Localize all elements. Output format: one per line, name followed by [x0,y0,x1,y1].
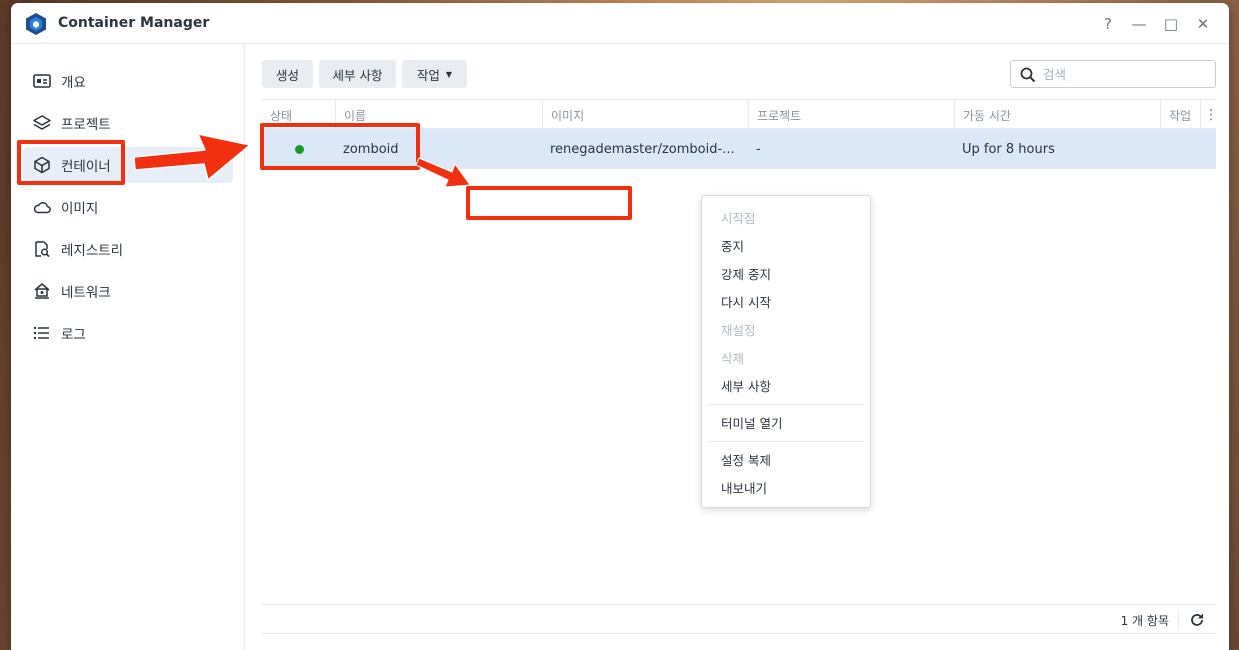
minimize-button[interactable]: — [1128,13,1150,35]
uptime-cell: Up for 8 hours [962,141,1055,157]
menu-item-restart[interactable]: 다시 시작 [708,288,864,314]
maximize-button[interactable]: □ [1160,13,1182,35]
menu-item-reset: 재설정 [721,322,756,338]
caret-down-icon: ▼ [445,69,453,79]
menu-item-stop[interactable]: 중지 [708,232,864,258]
close-button[interactable]: ✕ [1192,13,1214,35]
main-content: 생성 세부 사항 작업 ▼ 상태 이름 이미지 프로젝트 가동 시간 작업 ⋮ [246,44,1229,650]
layers-icon [33,114,51,132]
sidebar-item-label: 네트워크 [61,285,111,301]
sidebar-item-label: 레지스트리 [61,243,124,259]
sidebar-item-label: 로그 [61,327,86,343]
context-menu: 시작점 중지 강제 중지 다시 시작 재설정 삭제 세부 사항 터미널 열기 설… [701,195,871,508]
sidebar-item-network[interactable]: 네트워크 [23,273,233,309]
details-button[interactable]: 세부 사항 [319,60,396,88]
search-box[interactable] [1010,60,1216,88]
registry-search-icon [33,240,51,258]
footer-divider [1178,611,1179,629]
menu-item-export[interactable]: 내보내기 [708,474,864,500]
menu-item-start: 시작점 [721,210,756,226]
action-button-label: 작업 [416,67,440,83]
cloud-icon [33,198,51,216]
menu-separator [708,404,864,405]
search-icon [1020,67,1036,83]
refresh-icon[interactable] [1188,611,1206,629]
overview-icon [33,72,51,90]
column-header-uptime[interactable]: 가동 시간 [954,100,1160,130]
app-window: Container Manager ? — □ ✕ 개요 프로젝트 컨테이너 이… [11,3,1229,650]
list-icon [33,324,51,342]
sidebar-item-registry[interactable]: 레지스트리 [23,231,233,267]
sidebar-item-label: 개요 [61,75,86,91]
sidebar-item-label: 이미지 [61,201,99,217]
sidebar-item-project[interactable]: 프로젝트 [23,105,233,141]
menu-separator [708,441,864,442]
column-options-icon[interactable]: ⋮ [1200,100,1218,130]
title-bar: Container Manager ? — □ ✕ [11,3,1229,44]
table-header: 상태 이름 이미지 프로젝트 가동 시간 작업 ⋮ [262,99,1218,130]
menu-item-open-terminal[interactable]: 터미널 열기 [708,409,864,435]
table-footer: 1 개 항목 [262,604,1216,634]
sidebar-item-image[interactable]: 이미지 [23,189,233,225]
image-cell: renegademaster/zomboid-... [550,141,735,157]
sidebar-item-overview[interactable]: 개요 [23,63,233,99]
project-cell: - [756,141,761,157]
sidebar-item-container[interactable]: 컨테이너 [23,147,233,183]
menu-item-force-stop[interactable]: 강제 중지 [708,260,864,286]
create-button[interactable]: 생성 [262,60,313,88]
help-button[interactable]: ? [1097,13,1119,35]
menu-item-duplicate-settings[interactable]: 설정 복제 [708,446,864,472]
container-manager-logo-icon [26,13,46,35]
column-header-image[interactable]: 이미지 [542,100,748,130]
menu-item-delete: 삭제 [721,350,745,366]
column-header-project[interactable]: 프로젝트 [748,100,954,130]
sidebar-item-label: 컨테이너 [61,159,111,175]
action-cell [1160,129,1216,169]
container-table: 상태 이름 이미지 프로젝트 가동 시간 작업 ⋮ zomboid renega… [262,99,1218,169]
action-dropdown-button[interactable]: 작업 ▼ [402,60,467,88]
name-cell: zomboid [343,141,399,157]
item-count: 1 개 항목 [1120,614,1169,628]
network-icon [33,282,51,300]
column-header-name[interactable]: 이름 [335,100,542,130]
status-cell [262,129,335,169]
sidebar-item-log[interactable]: 로그 [23,315,233,351]
sidebar-item-label: 프로젝트 [61,117,111,133]
table-row[interactable]: zomboid renegademaster/zomboid-... - Up … [262,129,1216,169]
menu-item-details[interactable]: 세부 사항 [708,372,864,398]
cube-icon [33,156,51,174]
column-header-status[interactable]: 상태 [262,100,335,130]
column-header-action[interactable]: 작업 [1160,100,1200,130]
sidebar: 개요 프로젝트 컨테이너 이미지 레지스트리 네트워크 로그 [11,44,245,650]
search-input[interactable] [1043,66,1203,82]
app-title: Container Manager [58,15,210,31]
running-status-dot [295,144,304,154]
